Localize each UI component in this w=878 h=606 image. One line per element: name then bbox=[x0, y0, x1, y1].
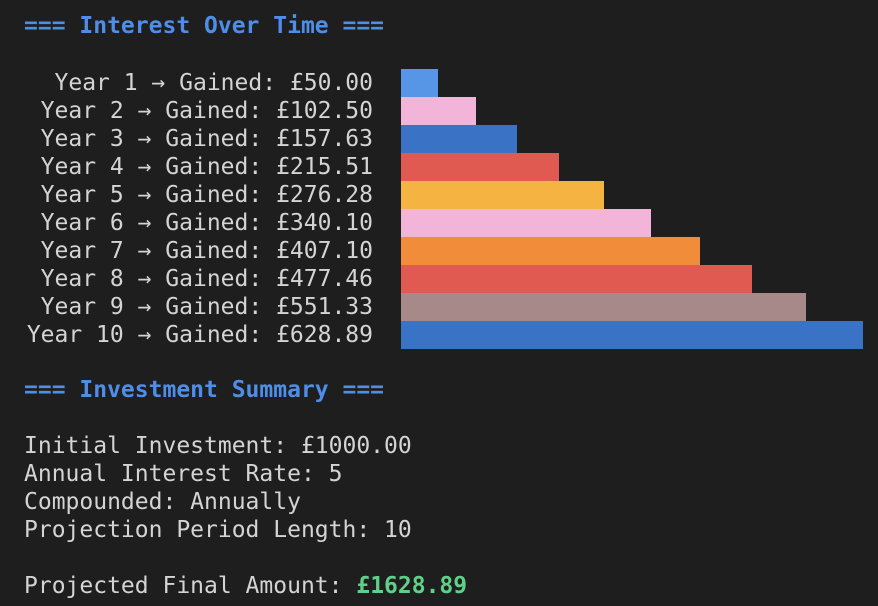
final-amount-label: Projected Final Amount: bbox=[24, 573, 357, 599]
final-amount-value: £1628.89 bbox=[356, 573, 468, 599]
year-gain-label: Year 3 → Gained: £157.63 bbox=[40, 126, 373, 152]
initial-investment-text: Initial Investment: £1000.00 bbox=[24, 433, 412, 459]
summary-heading: === Investment Summary === bbox=[24, 377, 385, 403]
year-gain-label: Year 5 → Gained: £276.28 bbox=[40, 182, 373, 208]
gain-bar bbox=[401, 265, 752, 293]
annual-rate-text: Annual Interest Rate: 5 bbox=[24, 461, 343, 487]
final-amount-line: Projected Final Amount: £1628.89 bbox=[24, 572, 467, 600]
year-gain-label: Year 7 → Gained: £407.10 bbox=[40, 238, 373, 264]
gain-bar bbox=[401, 69, 438, 97]
year-gain-label: Year 8 → Gained: £477.46 bbox=[40, 266, 373, 292]
year-gain-label: Year 1 → Gained: £50.00 bbox=[54, 70, 374, 96]
period-length-text: Projection Period Length: 10 bbox=[24, 517, 412, 543]
year-gain-label: Year 10 → Gained: £628.89 bbox=[26, 322, 373, 348]
year-gain-label: Year 9 → Gained: £551.33 bbox=[40, 294, 373, 320]
compounded-text: Compounded: Annually bbox=[24, 489, 301, 515]
gain-bar bbox=[401, 97, 476, 125]
year-gain-label: Year 6 → Gained: £340.10 bbox=[40, 210, 373, 236]
gain-bar bbox=[401, 153, 559, 181]
interest-heading: === Interest Over Time === bbox=[24, 13, 385, 39]
year-gain-label: Year 4 → Gained: £215.51 bbox=[40, 154, 373, 180]
year-gain-label: Year 2 → Gained: £102.50 bbox=[40, 98, 373, 124]
gain-bar bbox=[401, 125, 517, 153]
gain-bar bbox=[401, 209, 651, 237]
gain-bar bbox=[401, 237, 700, 265]
gain-bar bbox=[401, 293, 806, 321]
gain-bar bbox=[401, 321, 863, 349]
gain-bar bbox=[401, 181, 604, 209]
